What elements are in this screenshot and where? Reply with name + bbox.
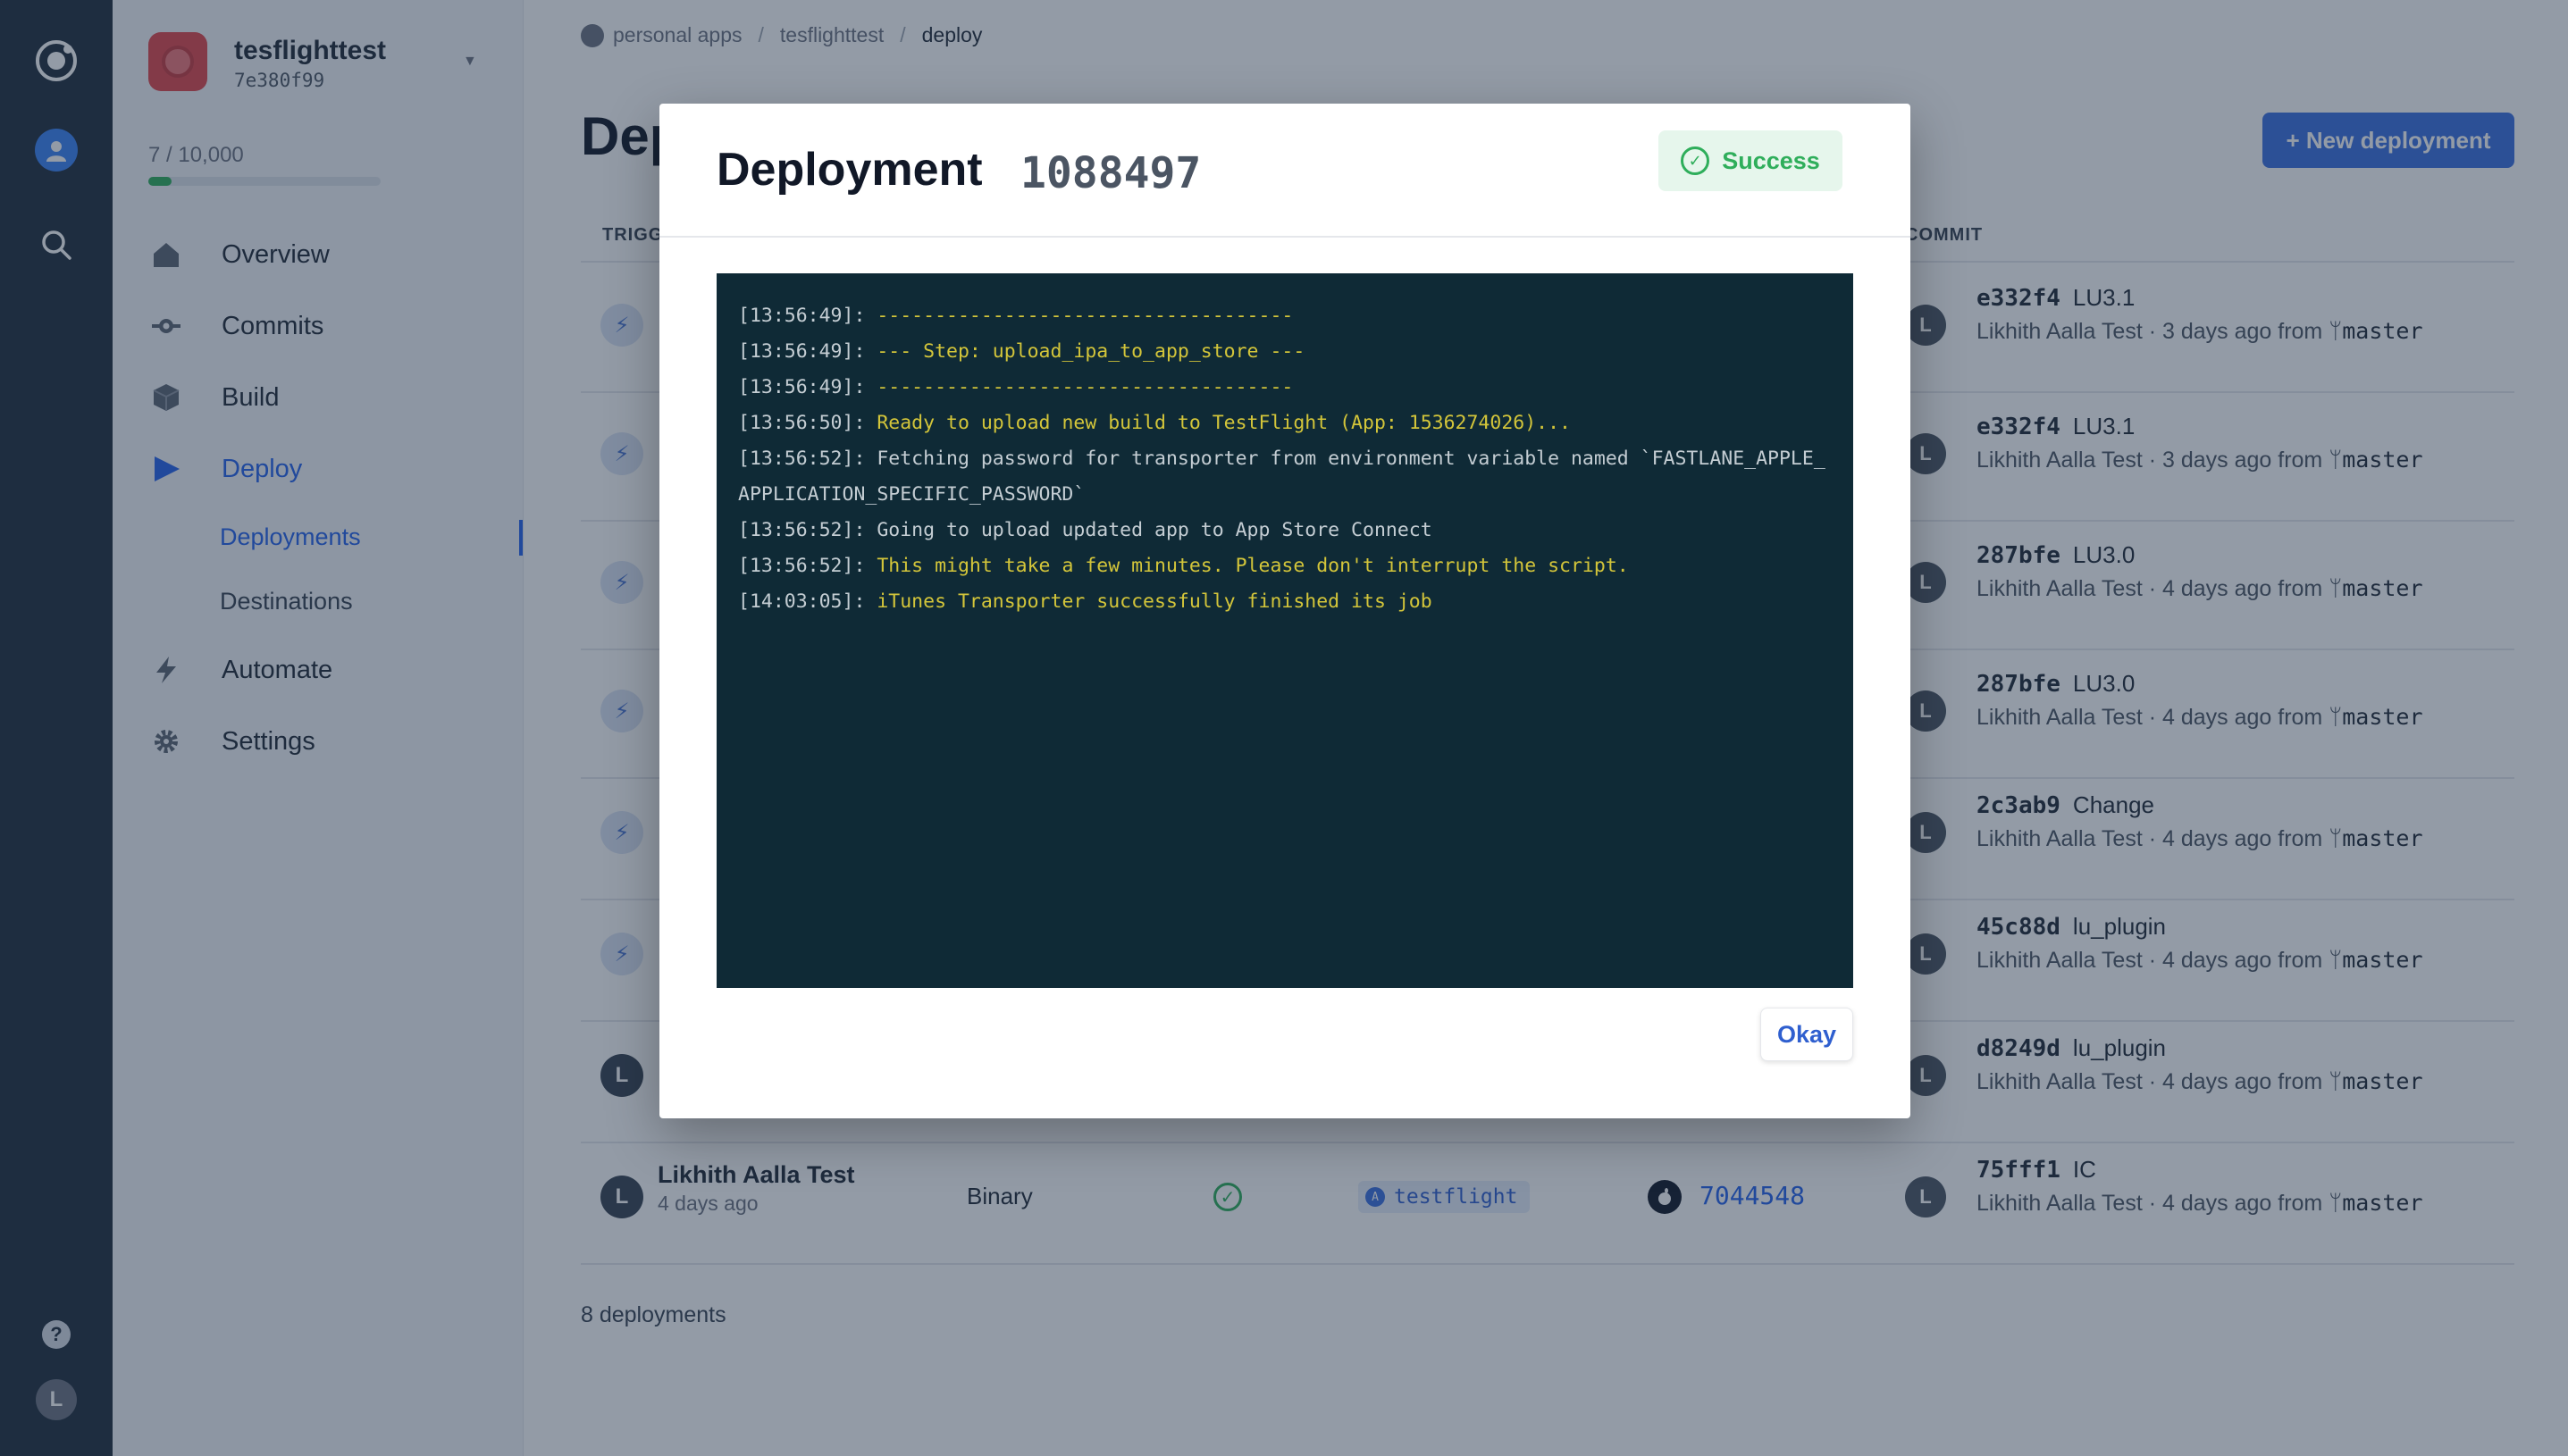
log-message: Going to upload updated app to App Store… [877,519,1432,541]
status-text: Success [1722,146,1820,174]
log-message: ------------------------------------ [877,376,1294,398]
log-timestamp: [13:56:52]: [738,555,866,577]
log-timestamp: [13:56:49]: [738,305,866,327]
status-badge: ✓ Success [1658,130,1842,191]
log-line: [13:56:49]: ----------------------------… [738,298,1832,334]
log-line: [13:56:52]: This might take a few minute… [738,548,1832,584]
log-timestamp: [13:56:52]: [738,448,866,470]
log-line: [13:56:52]: Going to upload updated app … [738,513,1832,548]
log-message: ------------------------------------ [877,305,1294,327]
log-line: [13:56:50]: Ready to upload new build to… [738,406,1832,441]
log-timestamp: [13:56:52]: [738,519,866,541]
log-message: iTunes Transporter successfully finished… [877,590,1432,613]
log-line: [13:56:52]: Fetching password for transp… [738,441,1832,513]
log-timestamp: [13:56:49]: [738,376,866,398]
log-timestamp: [13:56:50]: [738,412,866,434]
log-line: [14:03:05]: iTunes Transporter successfu… [738,584,1832,620]
log-message: Ready to upload new build to TestFlight … [877,412,1571,434]
log-timestamp: [13:56:49]: [738,340,866,363]
okay-button[interactable]: Okay [1760,1008,1853,1061]
log-message: --- Step: upload_ipa_to_app_store --- [877,340,1305,363]
log-line: [13:56:49]: --- Step: upload_ipa_to_app_… [738,334,1832,370]
deployment-modal: Deployment 1088497 ✓ Success [13:56:49]:… [659,104,1910,1118]
modal-header: Deployment 1088497 ✓ Success [659,104,1910,238]
check-circle-icon: ✓ [1681,146,1710,175]
log-message: Fetching password for transporter from e… [738,448,1825,506]
deployment-id: 1088497 [1020,148,1202,198]
log-message: This might take a few minutes. Please do… [877,555,1629,577]
log-console[interactable]: [13:56:49]: ----------------------------… [717,273,1853,988]
log-timestamp: [14:03:05]: [738,590,866,613]
log-line: [13:56:49]: ----------------------------… [738,370,1832,406]
modal-title: Deployment [717,144,983,196]
